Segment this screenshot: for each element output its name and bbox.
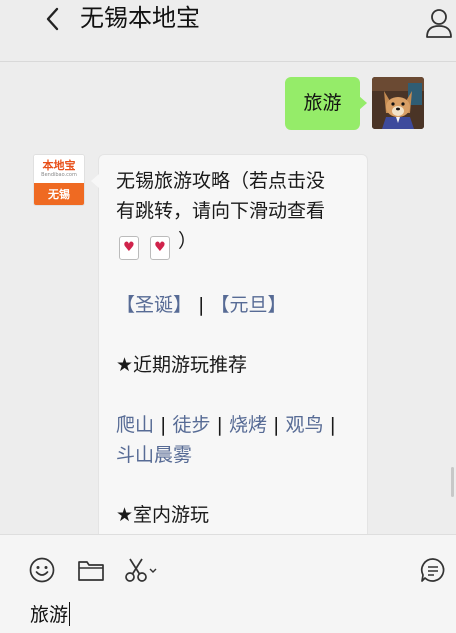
link-separator: | xyxy=(192,294,211,316)
dog-avatar-image xyxy=(372,77,424,129)
new-year-link[interactable]: 【元旦】 xyxy=(211,294,287,316)
logo-brand-text: 本地宝 xyxy=(42,159,76,172)
message-input[interactable]: 旅游 xyxy=(30,601,430,629)
message-input-value: 旅游 xyxy=(30,604,69,626)
section-recent-heading: ★近期游玩推荐 xyxy=(116,354,248,376)
message-composer: 旅游 xyxy=(0,534,456,633)
holiday-links-row: 【圣诞】 | 【元旦】 xyxy=(116,290,351,320)
chat-message-list[interactable]: 旅游 本地宝 Bendibao.com 无锡 无锡旅游攻略（若点击没 有跳转，请… xyxy=(0,62,456,534)
text-caret xyxy=(69,602,71,626)
recent-links-row: 爬山 | 徒步 | 烧烤 | 观鸟 | xyxy=(116,410,351,440)
logo-url-text: Bendibao.com xyxy=(41,172,77,178)
chat-history-button[interactable] xyxy=(418,555,448,585)
scissors-icon xyxy=(125,558,157,582)
folder-icon xyxy=(78,561,104,581)
user-avatar[interactable] xyxy=(372,77,424,129)
send-file-button[interactable] xyxy=(76,555,106,585)
bendibao-logo: 本地宝 Bendibao.com xyxy=(34,155,84,183)
chat-title: 无锡本地宝 xyxy=(80,4,200,32)
christmas-link[interactable]: 【圣诞】 xyxy=(116,294,192,316)
link-separator: | xyxy=(210,414,229,436)
birdwatching-link[interactable]: 观鸟 xyxy=(286,414,324,436)
emoji-button[interactable] xyxy=(27,555,57,585)
bbq-link[interactable]: 烧烤 xyxy=(229,414,267,436)
intro-line-2: 有跳转，请向下滑动查看 xyxy=(116,200,326,222)
link-separator: | xyxy=(323,414,336,436)
chat-history-icon xyxy=(420,558,445,582)
intro-close-paren: ） xyxy=(178,230,198,252)
person-icon xyxy=(426,9,452,38)
screenshot-button[interactable] xyxy=(122,555,158,585)
received-message-bubble[interactable]: 无锡旅游攻略（若点击没 有跳转，请向下滑动查看 ♥ ♥） 【圣诞】 | 【元旦】 … xyxy=(91,154,368,534)
intro-line-3: ♥ ♥ ） xyxy=(116,226,351,260)
link-separator: | xyxy=(267,414,286,436)
chat-scrollbar[interactable] xyxy=(451,467,454,497)
heart-card-emoji: ♥ xyxy=(119,236,139,260)
heart-card-emoji: ♥ xyxy=(150,236,170,260)
link-separator: | xyxy=(154,414,173,436)
section-indoor-heading: ★室内游玩 xyxy=(116,504,210,526)
intro-line-1: 无锡旅游攻略（若点击没 xyxy=(116,170,326,192)
recent-links-row-2: 斗山晨雾 xyxy=(116,440,351,470)
emoji-icon xyxy=(29,557,55,583)
back-button[interactable] xyxy=(40,6,66,32)
chat-info-button[interactable] xyxy=(424,6,454,40)
hiking-link[interactable]: 徒步 xyxy=(173,414,211,436)
sent-message-bubble[interactable]: 旅游 xyxy=(285,77,367,130)
chevron-left-icon xyxy=(46,7,59,31)
chat-header: 无锡本地宝 xyxy=(0,0,456,62)
official-account-avatar[interactable]: 本地宝 Bendibao.com 无锡 xyxy=(33,154,85,206)
doushan-fog-link[interactable]: 斗山晨雾 xyxy=(116,444,192,466)
climbing-link[interactable]: 爬山 xyxy=(116,414,154,436)
sent-message-text: 旅游 xyxy=(303,92,342,114)
logo-city-text: 无锡 xyxy=(34,183,84,205)
